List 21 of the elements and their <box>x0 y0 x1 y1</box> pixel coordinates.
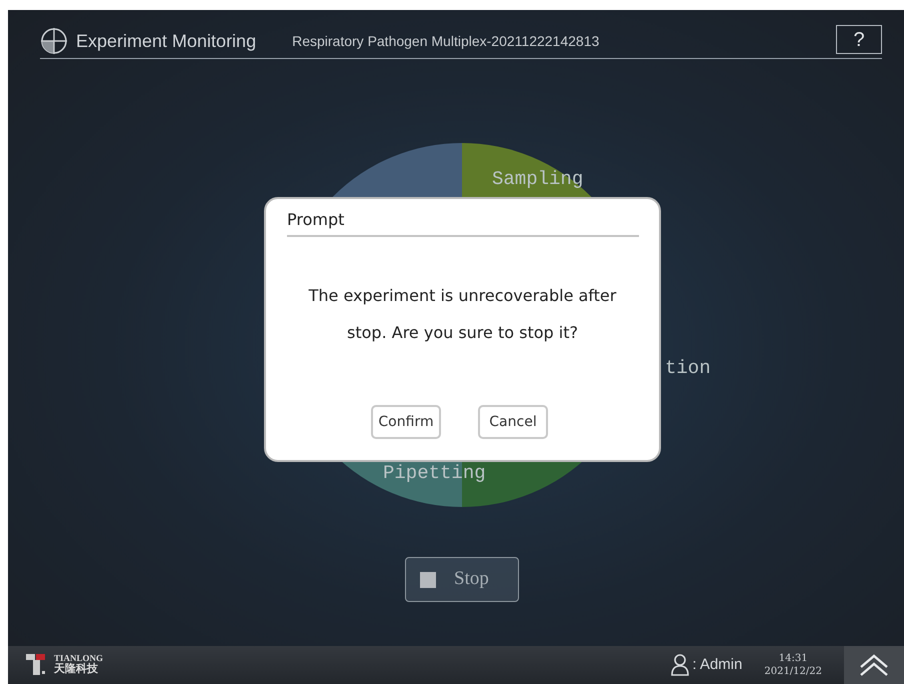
stop-button[interactable]: Stop <box>405 557 519 602</box>
double-chevron-up-icon <box>859 653 889 677</box>
stop-icon <box>420 572 436 588</box>
logo-chinese-name: 天隆科技 <box>54 663 98 676</box>
dialog-message: The experiment is unrecoverable after stop. Are you sure to stop it? <box>308 285 618 344</box>
monitor-icon <box>40 27 68 55</box>
cancel-button[interactable]: Cancel <box>478 405 548 439</box>
clock-time: 14:31 <box>778 652 809 665</box>
user-name: : Admin <box>692 654 742 675</box>
segment-label: Pipetting <box>383 462 486 484</box>
logo-name: TIANLONG <box>54 654 104 664</box>
dialog-title: Prompt <box>287 208 639 237</box>
user-icon <box>671 654 690 676</box>
segment-label: Sampling <box>492 168 584 190</box>
clock-date: 2021/12/22 <box>764 665 822 678</box>
confirm-button[interactable]: Confirm <box>371 405 441 439</box>
page-title: Experiment Monitoring <box>76 30 256 53</box>
help-button[interactable]: ? <box>836 25 882 54</box>
experiment-name: Respiratory Pathogen Multiplex-20211222142813 <box>292 32 600 51</box>
segment-label: tion <box>665 357 711 379</box>
expand-button[interactable] <box>844 646 904 684</box>
